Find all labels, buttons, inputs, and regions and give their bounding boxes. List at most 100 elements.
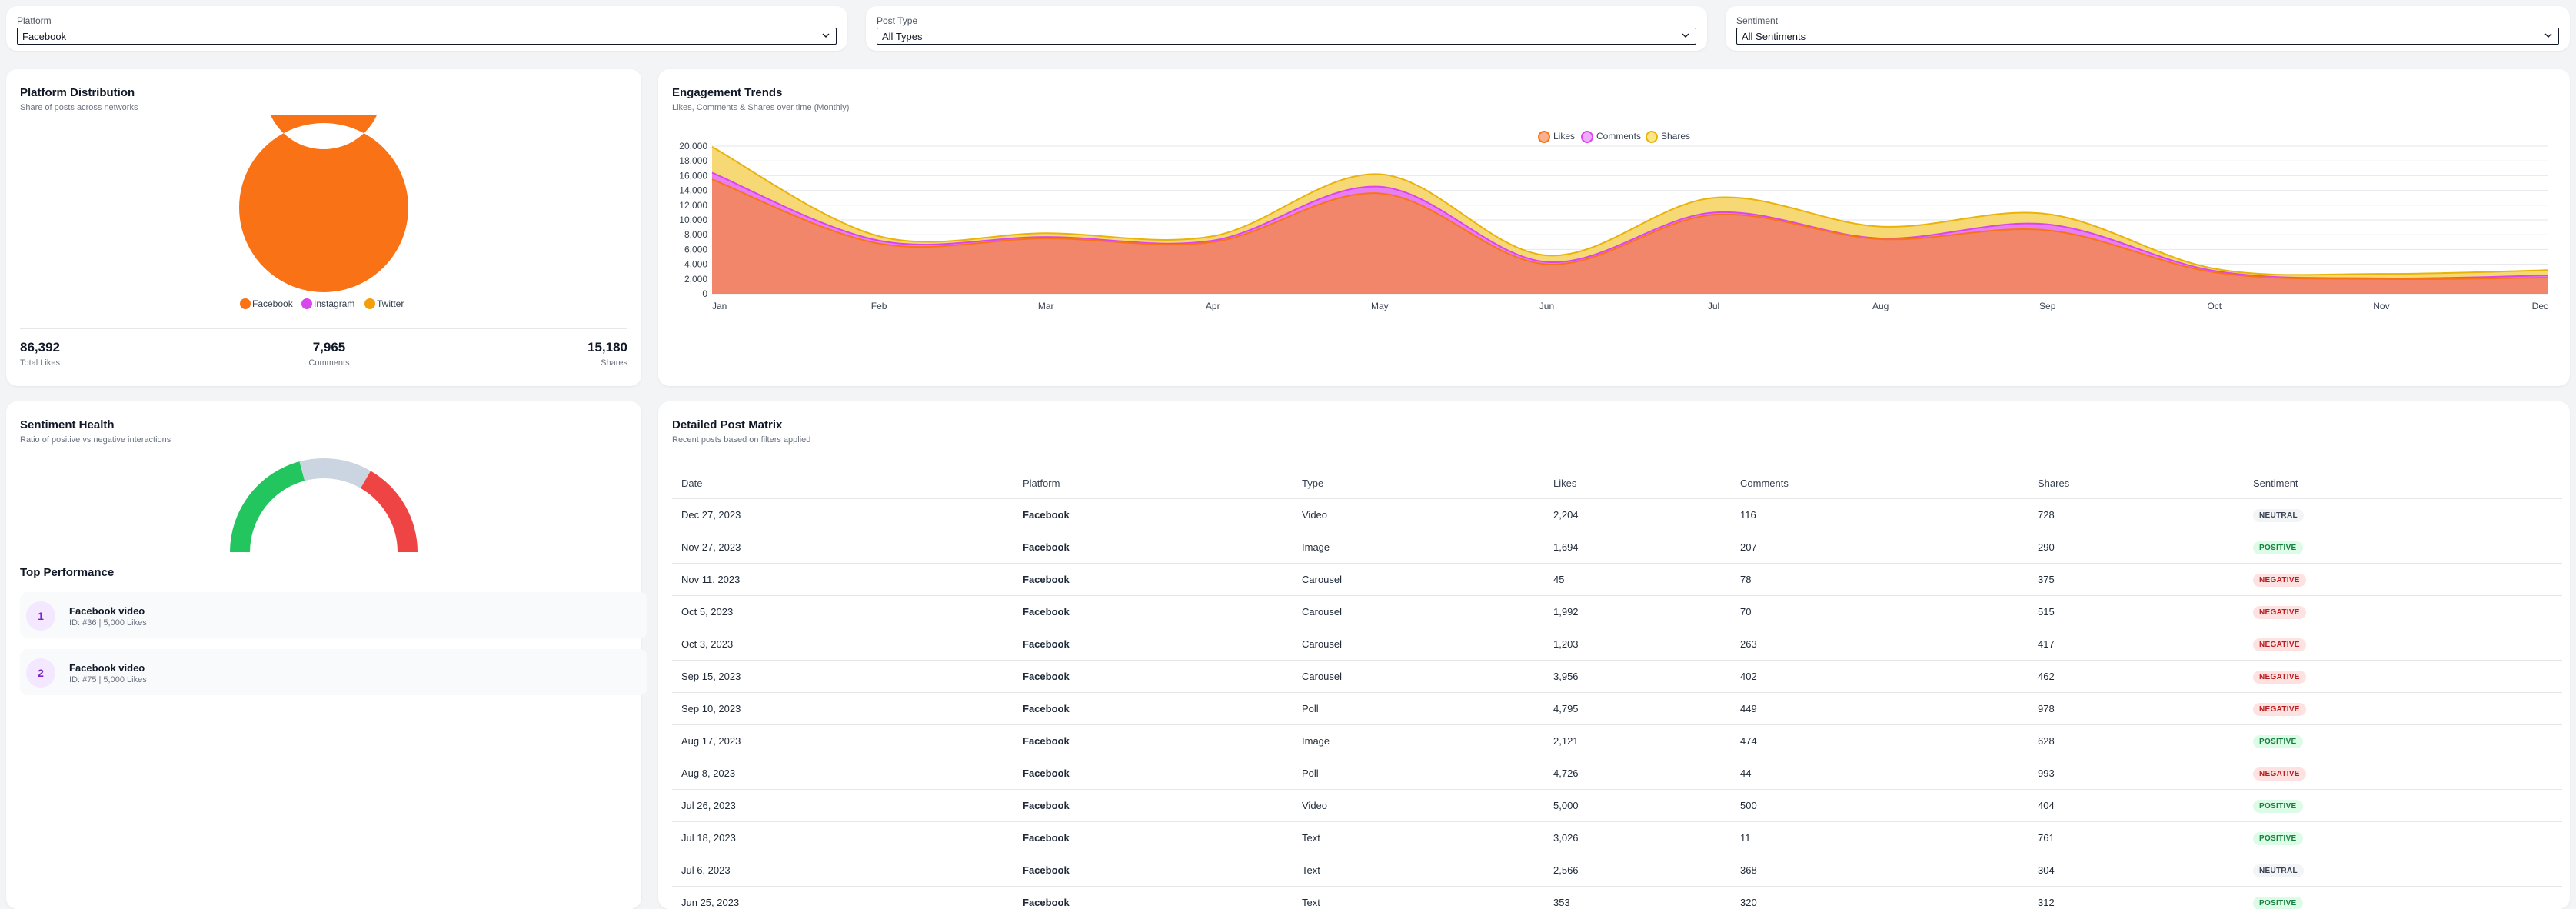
shares-cell: 515 bbox=[2029, 596, 2244, 628]
filter-platform: Platform Facebook bbox=[6, 6, 847, 51]
chevron-down-icon bbox=[820, 30, 831, 41]
table-row[interactable]: Oct 3, 2023FacebookCarousel1,203263417NE… bbox=[672, 628, 2562, 661]
legend-facebook[interactable]: Facebook bbox=[252, 298, 293, 309]
engagement-trends-subtitle: Likes, Comments & Shares over time (Mont… bbox=[672, 103, 849, 112]
date-cell: Oct 5, 2023 bbox=[672, 596, 1013, 628]
comments-cell: 11 bbox=[1731, 822, 2029, 854]
sentiment-select[interactable]: All Sentiments bbox=[1736, 28, 2559, 45]
chevron-down-icon bbox=[2543, 30, 2554, 41]
engagement-area-chart[interactable]: 02,0004,0006,0008,00010,00012,00014,0001… bbox=[658, 138, 2570, 385]
column-header[interactable]: Type bbox=[1293, 468, 1544, 499]
type-cell: Video bbox=[1293, 790, 1544, 822]
table-row[interactable]: Aug 8, 2023FacebookPoll4,72644993NEGATIV… bbox=[672, 758, 2562, 790]
sentiment-cell: NEGATIVE bbox=[2244, 758, 2562, 790]
table-row[interactable]: Jul 26, 2023FacebookVideo5,000500404POSI… bbox=[672, 790, 2562, 822]
column-header[interactable]: Platform bbox=[1013, 468, 1293, 499]
filter-post-type-label: Post Type bbox=[877, 15, 917, 26]
table-row[interactable]: Aug 17, 2023FacebookImage2,121474628POSI… bbox=[672, 725, 2562, 758]
type-cell: Video bbox=[1293, 499, 1544, 531]
status-badge: NEUTRAL bbox=[2253, 509, 2304, 522]
sentiment-health-card: Sentiment Health Ratio of positive vs ne… bbox=[6, 401, 641, 909]
top-performance-item[interactable]: 1 Facebook video ID: #36 | 5,000 Likes bbox=[20, 592, 647, 638]
likes-cell: 45 bbox=[1544, 564, 1731, 596]
sentiment-cell: NEUTRAL bbox=[2244, 499, 2562, 531]
table-row[interactable]: Nov 27, 2023FacebookImage1,694207290POSI… bbox=[672, 531, 2562, 564]
y-tick-label: 12,000 bbox=[679, 200, 707, 211]
gauge-segment-negative[interactable] bbox=[361, 471, 418, 552]
sentiment-gauge-chart[interactable] bbox=[6, 449, 641, 572]
likes-cell: 4,726 bbox=[1544, 758, 1731, 790]
x-tick-label: Jun bbox=[1539, 301, 1554, 311]
date-cell: Jul 18, 2023 bbox=[672, 822, 1013, 854]
table-row[interactable]: Oct 5, 2023FacebookCarousel1,99270515NEG… bbox=[672, 596, 2562, 628]
x-tick-label: Feb bbox=[871, 301, 887, 311]
platform-cell: Facebook bbox=[1013, 596, 1293, 628]
likes-cell: 4,795 bbox=[1544, 693, 1731, 725]
y-tick-label: 6,000 bbox=[684, 244, 707, 255]
top-performance-item[interactable]: 2 Facebook video ID: #75 | 5,000 Likes bbox=[20, 649, 647, 695]
status-badge: POSITIVE bbox=[2253, 541, 2303, 554]
post-type-select[interactable]: All Types bbox=[877, 28, 1696, 45]
table-row[interactable]: Jul 6, 2023FacebookText2,566368304NEUTRA… bbox=[672, 854, 2562, 887]
column-header[interactable]: Shares bbox=[2029, 468, 2244, 499]
status-badge: NEUTRAL bbox=[2253, 864, 2304, 877]
column-header[interactable]: Comments bbox=[1731, 468, 2029, 499]
table-row[interactable]: Jun 25, 2023FacebookText353320312POSITIV… bbox=[672, 887, 2562, 909]
shares-cell: 993 bbox=[2029, 758, 2244, 790]
legend-facebook-dot bbox=[240, 298, 251, 309]
post-matrix-title: Detailed Post Matrix bbox=[672, 418, 782, 431]
platform-cell: Facebook bbox=[1013, 661, 1293, 693]
table-row[interactable]: Sep 15, 2023FacebookCarousel3,956402462N… bbox=[672, 661, 2562, 693]
comments-cell: 78 bbox=[1731, 564, 2029, 596]
type-cell: Text bbox=[1293, 854, 1544, 887]
table-row[interactable]: Dec 27, 2023FacebookVideo2,204116728NEUT… bbox=[672, 499, 2562, 531]
sentiment-cell: NEGATIVE bbox=[2244, 661, 2562, 693]
x-tick-label: Jan bbox=[712, 301, 727, 311]
type-cell: Carousel bbox=[1293, 596, 1544, 628]
likes-cell: 3,026 bbox=[1544, 822, 1731, 854]
platform-donut-chart[interactable] bbox=[6, 115, 641, 346]
sentiment-cell: POSITIVE bbox=[2244, 725, 2562, 758]
table-row[interactable]: Sep 10, 2023FacebookPoll4,795449978NEGAT… bbox=[672, 693, 2562, 725]
platform-cell: Facebook bbox=[1013, 531, 1293, 564]
x-tick-label: Apr bbox=[1206, 301, 1220, 311]
date-cell: Jul 6, 2023 bbox=[672, 854, 1013, 887]
table-row[interactable]: Jul 18, 2023FacebookText3,02611761POSITI… bbox=[672, 822, 2562, 854]
shares-cell: 728 bbox=[2029, 499, 2244, 531]
y-tick-label: 8,000 bbox=[684, 229, 707, 240]
platform-cell: Facebook bbox=[1013, 854, 1293, 887]
legend-instagram-dot bbox=[301, 298, 312, 309]
date-cell: Jul 26, 2023 bbox=[672, 790, 1013, 822]
stat-comments: 7,965 Comments bbox=[298, 340, 360, 368]
platform-distribution-title: Platform Distribution bbox=[20, 86, 135, 99]
legend-twitter-dot bbox=[364, 298, 375, 309]
likes-cell: 5,000 bbox=[1544, 790, 1731, 822]
filter-sentiment-label: Sentiment bbox=[1736, 15, 1778, 26]
column-header[interactable]: Likes bbox=[1544, 468, 1731, 499]
comments-cell: 116 bbox=[1731, 499, 2029, 531]
gauge-segment-positive[interactable] bbox=[230, 461, 305, 552]
platform-cell: Facebook bbox=[1013, 725, 1293, 758]
platform-distribution-subtitle: Share of posts across networks bbox=[20, 103, 138, 112]
sentiment-cell: POSITIVE bbox=[2244, 790, 2562, 822]
donut-slice-facebook[interactable] bbox=[239, 115, 408, 292]
y-tick-label: 2,000 bbox=[684, 274, 707, 285]
shares-cell: 978 bbox=[2029, 693, 2244, 725]
likes-cell: 3,956 bbox=[1544, 661, 1731, 693]
legend-twitter[interactable]: Twitter bbox=[377, 298, 404, 309]
platform-select[interactable]: Facebook bbox=[17, 28, 837, 45]
shares-cell: 304 bbox=[2029, 854, 2244, 887]
comments-cell: 368 bbox=[1731, 854, 2029, 887]
platform-cell: Facebook bbox=[1013, 499, 1293, 531]
comments-cell: 474 bbox=[1731, 725, 2029, 758]
gauge-segment-neutral[interactable] bbox=[299, 458, 371, 488]
type-cell: Carousel bbox=[1293, 661, 1544, 693]
column-header[interactable]: Sentiment bbox=[2244, 468, 2562, 499]
x-tick-label: Mar bbox=[1038, 301, 1054, 311]
legend-instagram[interactable]: Instagram bbox=[314, 298, 354, 309]
table-row[interactable]: Nov 11, 2023FacebookCarousel4578375NEGAT… bbox=[672, 564, 2562, 596]
date-cell: Jun 25, 2023 bbox=[672, 887, 1013, 909]
platform-cell: Facebook bbox=[1013, 628, 1293, 661]
type-cell: Text bbox=[1293, 887, 1544, 909]
column-header[interactable]: Date bbox=[672, 468, 1013, 499]
